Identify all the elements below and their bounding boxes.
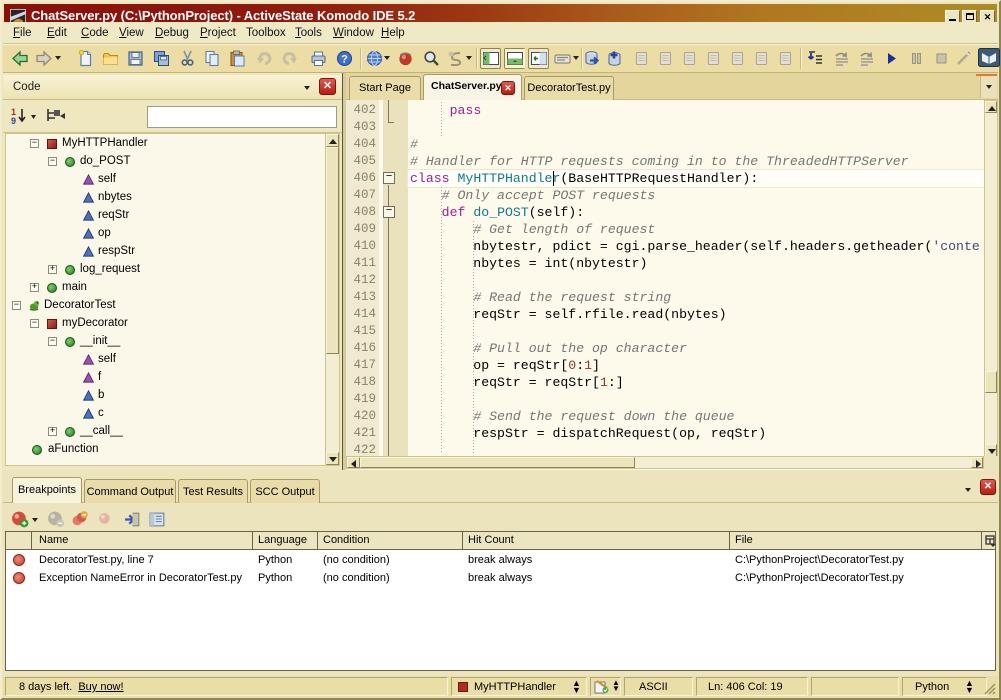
svg-text:?: ? [341, 54, 348, 66]
svg-text:9: 9 [11, 116, 16, 126]
